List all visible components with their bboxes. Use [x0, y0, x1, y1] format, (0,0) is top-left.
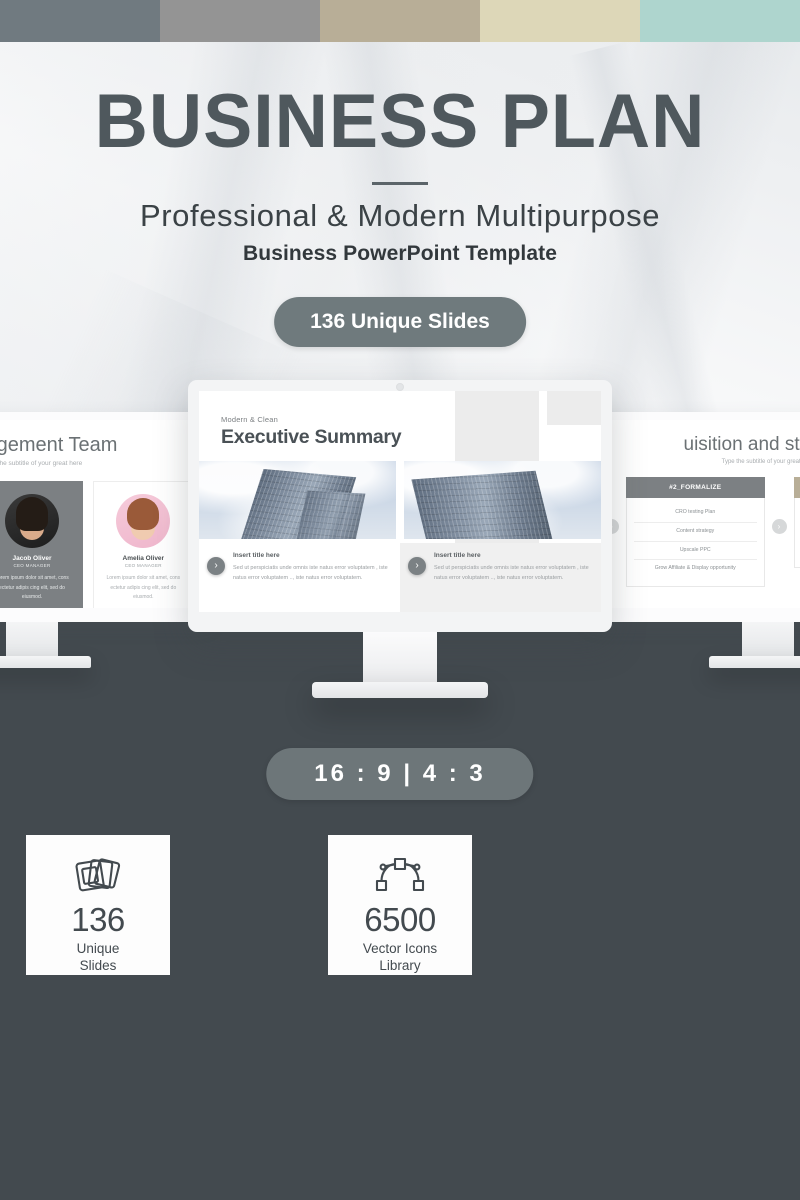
page-title: BUSINESS PLAN: [94, 79, 706, 164]
slide-text-columns: › Insert title here Sed ut perspiciatis …: [199, 543, 601, 612]
subtitle-primary: Professional & Modern Multipurpose: [139, 198, 661, 233]
strategy-column-caption: #3_ENERGIES: [793, 477, 800, 498]
strategy-item: Grow Affiliate & Display opportunity: [654, 565, 736, 572]
team-member-role: CEO MANAGER: [13, 563, 51, 568]
feature-row-secondary: Based on Unlimited Color Themes High qua…: [0, 1003, 800, 1149]
slide-photo-row: [199, 461, 601, 539]
team-card-list: Amelia Oliver CEO MANAGER Lorem ipsum do…: [0, 467, 204, 608]
title-divider: [372, 182, 428, 185]
feature-box-vector-icons[interactable]: 6500 Vector Icons Library: [328, 835, 472, 975]
strategy-column-caption: #2_FORMALIZE: [626, 477, 765, 498]
column-title: Insert title here: [233, 552, 280, 559]
monitor-left-foot: [0, 656, 91, 668]
slide-acquisition-strategy: uisition and strategy Type the subtitle …: [596, 420, 800, 608]
slide-kicker: Modern & Clean: [221, 415, 278, 424]
subtitle-secondary: Business PowerPoint Template: [243, 242, 557, 265]
avatar: [116, 494, 171, 548]
team-member-bio: Lorem ipsum dolor sit amet, cons ectetur…: [106, 575, 181, 600]
vector-pen-icon: [374, 849, 426, 903]
strategy-column-list: › #2_FORMALIZE CRO testing Plan Content …: [596, 465, 800, 588]
monitor-left-bezel: Management Team Type the subtitle of you…: [0, 412, 212, 622]
slide-right-title: uisition and strategy: [683, 434, 800, 455]
column-body: Sed ut perspiciatis unde omnis iste natu…: [434, 565, 589, 582]
aspect-ratio-badge: 16 : 9 | 4 : 3: [266, 748, 534, 800]
column-body: Sed ut perspiciatis unde omnis iste natu…: [233, 565, 388, 582]
feature-label: Vector Icons Library: [362, 941, 438, 973]
monitor-center: Modern & Clean Executive Summary › Inser…: [188, 380, 612, 698]
swatch-slate-blue: [0, 0, 160, 42]
strategy-column: #3_ENERGIES Social media marketing & Pro…: [793, 477, 800, 569]
feature-row-primary: 136 Unique Slides 90 Tranding Theme Colo…: [0, 835, 800, 975]
building-photo: [404, 461, 601, 539]
monitor-right-screen: uisition and strategy Type the subtitle …: [596, 420, 800, 608]
swatch-taupe: [320, 0, 480, 42]
monitor-center-bezel: Modern & Clean Executive Summary › Inser…: [188, 380, 612, 632]
strategy-item: Upscale PPC: [634, 542, 757, 561]
slide-stripe-corner: [547, 391, 601, 425]
team-member-role: CEO MANAGER: [124, 563, 162, 568]
strategy-column-body: Social media marketing & Promotion Email…: [793, 498, 800, 569]
slide-left-subtitle: Type the subtitle of your great here: [0, 460, 83, 467]
avatar: [4, 494, 59, 548]
feature-number: 6500: [364, 901, 436, 938]
chevron-right-icon: ›: [771, 519, 787, 534]
building-photo: [199, 461, 396, 539]
feature-box-unique-slides[interactable]: 136 Unique Slides: [26, 835, 170, 975]
monitor-right-bezel: uisition and strategy Type the subtitle …: [588, 412, 800, 622]
monitor-left-screen: Management Team Type the subtitle of you…: [0, 420, 204, 608]
chevron-right-icon: ›: [207, 557, 225, 575]
column-title: Insert title here: [434, 552, 481, 559]
slide-management-team: Management Team Type the subtitle of you…: [0, 420, 204, 608]
strategy-column-body: CRO testing Plan Content strategy Upscal…: [626, 498, 765, 588]
slide-text-column: › Insert title here Sed ut perspiciatis …: [400, 543, 601, 612]
team-member-bio: Lorem ipsum dolor sit amet, cons ectetur…: [0, 575, 69, 600]
team-member-name: Amelia Oliver: [122, 555, 165, 562]
monitor-right-neck: [742, 622, 794, 660]
template-preview-page: BUSINESS PLAN Professional & Modern Mult…: [0, 0, 800, 1200]
strategy-column: #2_FORMALIZE CRO testing Plan Content st…: [626, 477, 765, 588]
slide-center-title: Executive Summary: [221, 426, 402, 448]
monitor-right-foot: [709, 656, 800, 668]
swatch-warm-gray: [160, 0, 320, 42]
monitor-left: Management Team Type the subtitle of you…: [0, 412, 212, 668]
slide-left-title: Management Team: [0, 434, 118, 456]
unique-slides-badge: 136 Unique Slides: [274, 297, 526, 347]
strategy-item: Content strategy: [634, 523, 757, 542]
swatch-mint: [640, 0, 800, 42]
feature-number: 136: [71, 901, 125, 938]
slide-text-column: › Insert title here Sed ut perspiciatis …: [199, 543, 400, 612]
feature-label: Unique Slides: [76, 941, 120, 973]
swatch-sand: [480, 0, 640, 42]
chevron-right-icon: ›: [408, 557, 426, 575]
slide-executive-summary: Modern & Clean Executive Summary › Inser…: [199, 391, 601, 612]
photo-gap: [396, 461, 404, 539]
monitor-right: uisition and strategy Type the subtitle …: [588, 412, 800, 668]
monitor-left-neck: [6, 622, 58, 660]
team-member-name: Jacob Oliver: [12, 555, 52, 562]
strategy-item: CRO testing Plan: [634, 504, 757, 523]
slides-stack-icon: [72, 849, 124, 903]
monitor-center-foot: [312, 682, 488, 698]
team-card: Jacob Oliver CEO MANAGER Lorem ipsum dol…: [0, 481, 83, 608]
webcam-icon: [396, 383, 404, 391]
team-card: Amelia Oliver CEO MANAGER Lorem ipsum do…: [92, 481, 194, 608]
monitor-center-screen: Modern & Clean Executive Summary › Inser…: [199, 391, 601, 612]
color-swatch-strip: [0, 0, 800, 42]
